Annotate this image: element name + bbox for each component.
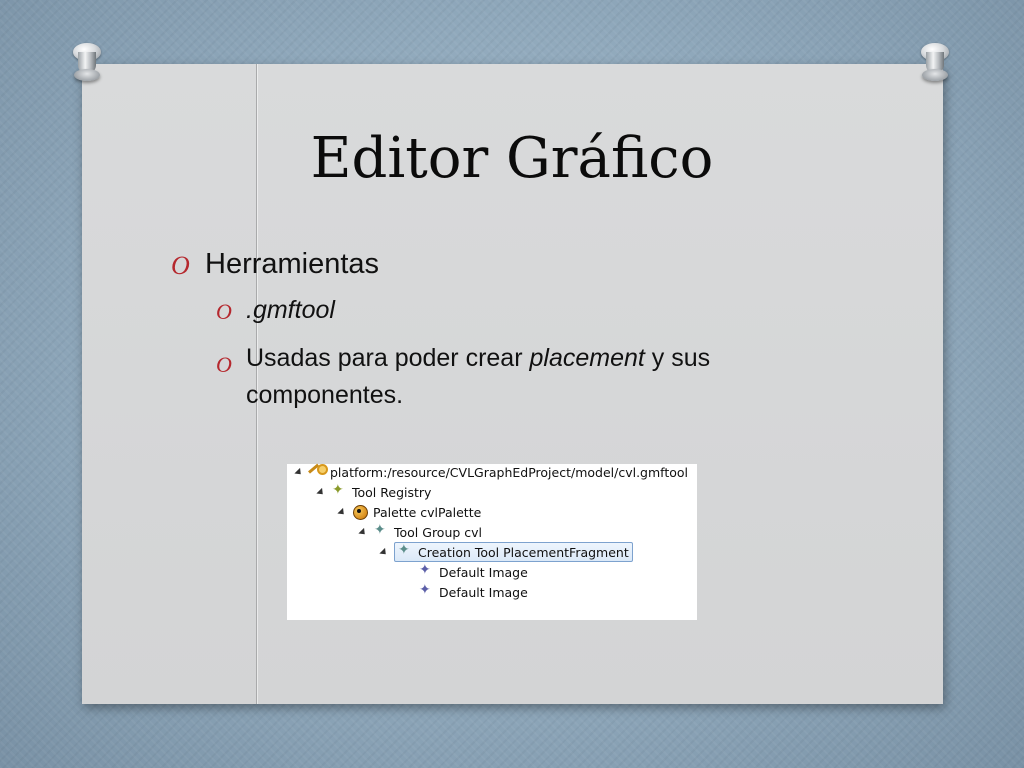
pushpin-icon bbox=[920, 43, 950, 81]
creation-tool-icon bbox=[397, 542, 413, 560]
bullet-text: Herramientas bbox=[205, 248, 380, 280]
tree-item-label: Default Image bbox=[439, 564, 528, 580]
tree-item[interactable]: Tool Registry bbox=[316, 482, 432, 502]
tree-item[interactable]: Default Image bbox=[418, 582, 528, 602]
tree-item[interactable]: platform:/resource/CVLGraphEdProject/mod… bbox=[294, 462, 689, 482]
bullet-text-start: Usadas para poder crear bbox=[246, 344, 530, 372]
tree-item-label: Tool Group cvl bbox=[394, 524, 483, 540]
bullet-emphasis: placement bbox=[529, 344, 645, 372]
sub-bullet-usadas: O Usadas para poder crear placement y su… bbox=[216, 340, 711, 414]
bullet-marker-icon: O bbox=[216, 299, 232, 324]
expand-arrow-icon[interactable] bbox=[294, 467, 304, 477]
expand-arrow-icon[interactable] bbox=[379, 547, 389, 557]
tree-item-label: Creation Tool PlacementFragment bbox=[418, 544, 629, 560]
tree-item[interactable]: Palette cvlPalette bbox=[337, 502, 482, 522]
gmftool-tree-screenshot: platform:/resource/CVLGraphEdProject/mod… bbox=[287, 464, 697, 620]
tree-item-label: platform:/resource/CVLGraphEdProject/mod… bbox=[330, 464, 689, 480]
bullet-text-line2: componentes. bbox=[246, 381, 404, 409]
expand-arrow-icon[interactable] bbox=[316, 487, 326, 497]
tree-item[interactable]: Default Image bbox=[418, 562, 528, 582]
tree-item-label: Palette cvlPalette bbox=[373, 504, 482, 520]
tree-item-selected[interactable]: Creation Tool PlacementFragment bbox=[379, 542, 633, 562]
tree-item-label: Tool Registry bbox=[352, 484, 432, 500]
sub-bullet-gmftool: O .gmftool bbox=[216, 296, 335, 325]
key-icon bbox=[309, 464, 328, 480]
tool-registry-icon bbox=[331, 482, 347, 500]
bullet-marker-icon: O bbox=[216, 352, 232, 377]
pushpin-icon bbox=[72, 43, 102, 81]
tree-item-label: Default Image bbox=[439, 584, 528, 600]
image-icon bbox=[418, 582, 434, 600]
expand-arrow-icon[interactable] bbox=[358, 527, 368, 537]
image-icon bbox=[418, 562, 434, 580]
palette-icon bbox=[352, 504, 368, 520]
expand-arrow-icon[interactable] bbox=[337, 507, 347, 517]
selection-highlight[interactable]: Creation Tool PlacementFragment bbox=[394, 542, 633, 562]
tree-item[interactable]: Tool Group cvl bbox=[358, 522, 483, 542]
tool-group-icon bbox=[373, 522, 389, 540]
bullet-marker-icon: O bbox=[171, 251, 190, 280]
bullet-herramientas: O Herramientas bbox=[171, 248, 380, 281]
bullet-text: .gmftool bbox=[246, 296, 335, 324]
bullet-text-end: y sus bbox=[644, 344, 711, 372]
slide-title: Editor Gráfico bbox=[310, 126, 714, 191]
